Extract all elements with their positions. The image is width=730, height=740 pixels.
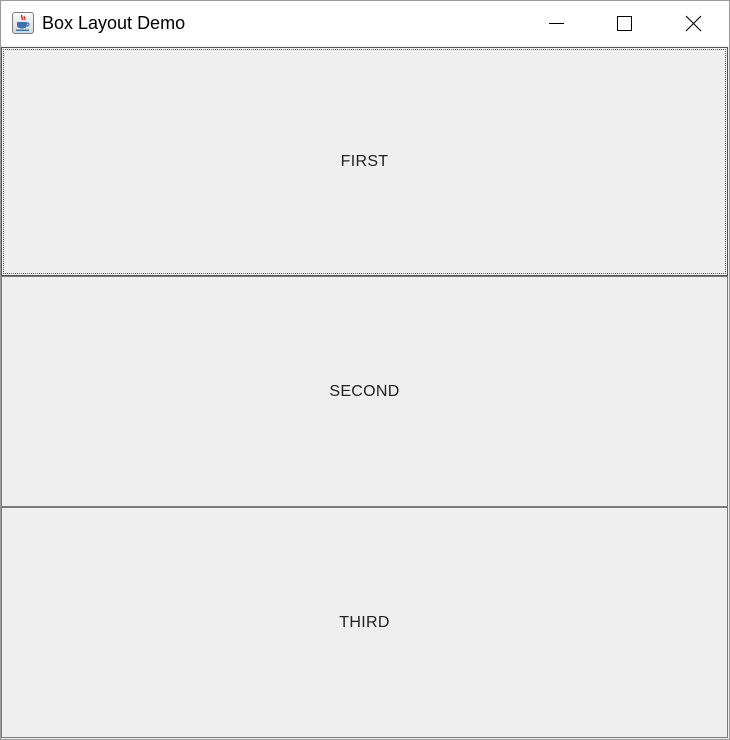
third-button[interactable]: THIRD bbox=[1, 507, 728, 738]
maximize-icon bbox=[617, 16, 632, 31]
java-coffee-cup-icon[interactable] bbox=[12, 12, 34, 34]
title-bar[interactable]: Box Layout Demo bbox=[1, 1, 729, 46]
second-button[interactable]: SECOND bbox=[1, 276, 728, 507]
second-button-label: SECOND bbox=[329, 382, 400, 400]
third-button-label: THIRD bbox=[339, 613, 390, 631]
maximize-button[interactable] bbox=[590, 1, 658, 46]
window-title: Box Layout Demo bbox=[42, 13, 186, 33]
first-button-label: FIRST bbox=[340, 152, 389, 170]
content-pane: FIRST SECOND THIRD bbox=[1, 46, 729, 739]
app-window: Box Layout Demo FIRST SECOND THIRD bbox=[0, 0, 730, 740]
close-button[interactable] bbox=[659, 1, 727, 46]
minimize-button[interactable] bbox=[522, 1, 590, 46]
first-button[interactable]: FIRST bbox=[1, 47, 728, 276]
close-icon bbox=[685, 15, 702, 32]
minimize-icon bbox=[549, 23, 564, 24]
